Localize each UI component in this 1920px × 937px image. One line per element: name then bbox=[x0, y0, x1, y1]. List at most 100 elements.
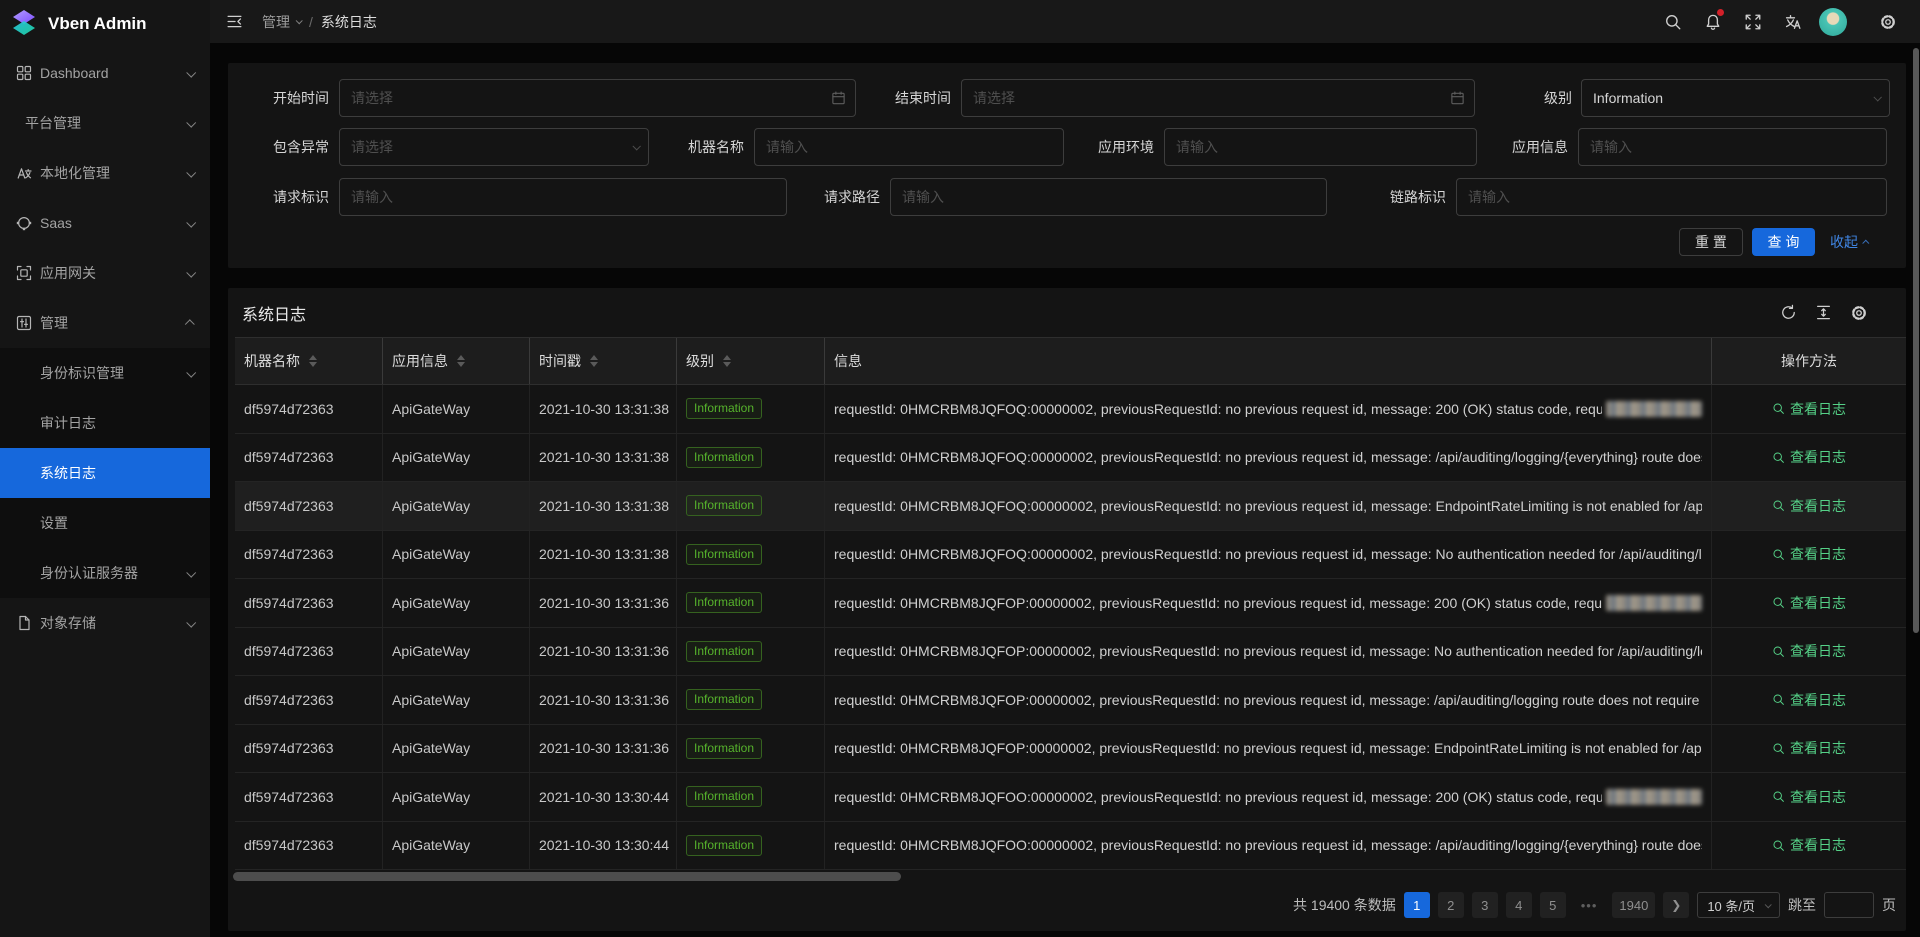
table-row[interactable]: df5974d72363ApiGateWay2021-10-30 13:31:3… bbox=[235, 579, 1906, 628]
request-path-input[interactable]: 请输入 bbox=[890, 178, 1327, 216]
table-row[interactable]: df5974d72363ApiGateWay2021-10-30 13:31:3… bbox=[235, 725, 1906, 774]
machine-name-label: 机器名称 bbox=[683, 137, 744, 157]
has-exception-label: 包含异常 bbox=[273, 137, 329, 157]
sidebar-subitem[interactable]: 身份标识管理 bbox=[0, 348, 210, 398]
table-settings-gear-icon[interactable] bbox=[1850, 304, 1868, 322]
reset-button[interactable]: 重 置 bbox=[1679, 228, 1743, 256]
collapse-button[interactable]: 收起 bbox=[1830, 228, 1869, 256]
column-height-icon[interactable] bbox=[1815, 304, 1832, 321]
vertical-scrollbar[interactable] bbox=[1913, 48, 1919, 633]
sidebar-item[interactable]: Dashboard bbox=[0, 48, 210, 98]
column-header-machine[interactable]: 机器名称 bbox=[235, 338, 383, 384]
sort-icon[interactable] bbox=[457, 355, 465, 367]
calendar-icon bbox=[1450, 91, 1465, 106]
breadcrumb-parent[interactable]: 管理 bbox=[262, 12, 301, 32]
view-log-label: 查看日志 bbox=[1790, 738, 1846, 758]
cell-action: 查看日志 bbox=[1712, 482, 1906, 530]
top-header: 管理 / 系统日志 bbox=[210, 0, 1920, 43]
table-row[interactable]: df5974d72363ApiGateWay2021-10-30 13:31:3… bbox=[235, 434, 1906, 483]
page-button[interactable]: 1940 bbox=[1612, 892, 1655, 918]
view-log-link[interactable]: 查看日志 bbox=[1772, 787, 1846, 807]
view-log-link[interactable]: 查看日志 bbox=[1772, 544, 1846, 564]
column-header-level[interactable]: 级别 bbox=[677, 338, 825, 384]
search-icon[interactable] bbox=[1653, 0, 1693, 43]
sort-icon[interactable] bbox=[309, 355, 317, 367]
jump-page-input[interactable] bbox=[1824, 892, 1874, 918]
table-row[interactable]: df5974d72363ApiGateWay2021-10-30 13:31:3… bbox=[235, 676, 1906, 725]
request-id-input[interactable]: 请输入 bbox=[339, 178, 787, 216]
fullscreen-icon[interactable] bbox=[1733, 0, 1773, 43]
sort-icon[interactable] bbox=[723, 355, 731, 367]
sort-icon[interactable] bbox=[590, 355, 598, 367]
reload-icon[interactable] bbox=[1780, 304, 1797, 321]
sidebar-subitem[interactable]: 系统日志 bbox=[0, 448, 210, 498]
machine-name-input[interactable]: 请输入 bbox=[754, 128, 1064, 166]
page-button[interactable]: 3 bbox=[1472, 892, 1498, 918]
cell-action: 查看日志 bbox=[1712, 725, 1906, 773]
view-log-link[interactable]: 查看日志 bbox=[1772, 835, 1846, 855]
table-row[interactable]: df5974d72363ApiGateWay2021-10-30 13:31:3… bbox=[235, 628, 1906, 677]
end-time-datepicker[interactable]: 请选择 bbox=[961, 79, 1475, 117]
sidebar-item[interactable]: 应用网关 bbox=[0, 248, 210, 298]
sidebar-subitem[interactable]: 审计日志 bbox=[0, 398, 210, 448]
avatar[interactable] bbox=[1819, 8, 1847, 36]
start-time-datepicker[interactable]: 请选择 bbox=[339, 79, 856, 117]
table-row[interactable]: df5974d72363ApiGateWay2021-10-30 13:30:4… bbox=[235, 773, 1906, 822]
query-button[interactable]: 查 询 bbox=[1752, 228, 1815, 256]
level-select[interactable]: Information bbox=[1581, 79, 1890, 117]
cell-value: df5974d72363 bbox=[244, 546, 334, 562]
settings-gear-icon[interactable] bbox=[1868, 0, 1908, 43]
placeholder-text: 请输入 bbox=[766, 137, 808, 157]
sidebar-item-label: 身份认证服务器 bbox=[40, 563, 187, 583]
table-row[interactable]: df5974d72363ApiGateWay2021-10-30 13:30:4… bbox=[235, 822, 1906, 871]
cell-level: Information bbox=[677, 385, 825, 433]
chevron-down-icon bbox=[186, 167, 196, 177]
table-row[interactable]: df5974d72363ApiGateWay2021-10-30 13:31:3… bbox=[235, 482, 1906, 531]
view-log-link[interactable]: 查看日志 bbox=[1772, 496, 1846, 516]
magnifier-icon bbox=[1772, 499, 1785, 512]
bell-icon[interactable] bbox=[1693, 0, 1733, 43]
cell-message: requestId: 0HMCRBM8JQFOP:00000002, previ… bbox=[825, 579, 1712, 627]
horizontal-scrollbar[interactable] bbox=[233, 872, 901, 881]
next-page-button[interactable]: ❯ bbox=[1663, 892, 1689, 918]
app-env-input[interactable]: 请输入 bbox=[1164, 128, 1477, 166]
sidebar-item[interactable]: Saas bbox=[0, 198, 210, 248]
table-row[interactable]: df5974d72363ApiGateWay2021-10-30 13:31:3… bbox=[235, 531, 1906, 580]
sidebar-item[interactable]: 管理 bbox=[0, 298, 210, 348]
app-env-field: 应用环境 请输入 bbox=[1095, 128, 1477, 166]
filter-panel: 开始时间 请选择 结束时间 请选择 级别 Information 包含异常 请选… bbox=[228, 63, 1906, 268]
menu-fold-icon[interactable] bbox=[222, 10, 246, 34]
column-header-timestamp[interactable]: 时间戳 bbox=[530, 338, 677, 384]
view-log-link[interactable]: 查看日志 bbox=[1772, 447, 1846, 467]
redacted-blur bbox=[1606, 595, 1702, 611]
page-button[interactable]: 2 bbox=[1438, 892, 1464, 918]
sidebar-item-label: 身份标识管理 bbox=[40, 363, 187, 383]
column-header-app[interactable]: 应用信息 bbox=[383, 338, 530, 384]
translate-icon[interactable] bbox=[1773, 0, 1813, 43]
magnifier-icon bbox=[1772, 451, 1785, 464]
page-button[interactable]: 1 bbox=[1404, 892, 1430, 918]
magnifier-icon bbox=[1772, 548, 1785, 561]
logo[interactable]: Vben Admin bbox=[0, 0, 210, 48]
view-log-link[interactable]: 查看日志 bbox=[1772, 738, 1846, 758]
view-log-link[interactable]: 查看日志 bbox=[1772, 690, 1846, 710]
sidebar-subitem[interactable]: 设置 bbox=[0, 498, 210, 548]
app-info-input[interactable]: 请输入 bbox=[1578, 128, 1887, 166]
breadcrumb-current: 系统日志 bbox=[321, 12, 377, 32]
sidebar-subitem[interactable]: 身份认证服务器 bbox=[0, 548, 210, 598]
page-size-select[interactable]: 10 条/页 bbox=[1697, 892, 1780, 918]
view-log-label: 查看日志 bbox=[1790, 835, 1846, 855]
cell-value: ApiGateWay bbox=[392, 498, 470, 514]
view-log-link[interactable]: 查看日志 bbox=[1772, 399, 1846, 419]
page-button[interactable]: 4 bbox=[1506, 892, 1532, 918]
magnifier-icon bbox=[1772, 645, 1785, 658]
page-button[interactable]: 5 bbox=[1540, 892, 1566, 918]
sidebar-item[interactable]: 本地化管理 bbox=[0, 148, 210, 198]
sidebar-item[interactable]: 平台管理 bbox=[0, 98, 210, 148]
has-exception-select[interactable]: 请选择 bbox=[339, 128, 649, 166]
table-row[interactable]: df5974d72363ApiGateWay2021-10-30 13:31:3… bbox=[235, 385, 1906, 434]
view-log-link[interactable]: 查看日志 bbox=[1772, 593, 1846, 613]
view-log-link[interactable]: 查看日志 bbox=[1772, 641, 1846, 661]
trace-id-input[interactable]: 请输入 bbox=[1456, 178, 1887, 216]
sidebar-item[interactable]: 对象存储 bbox=[0, 598, 210, 648]
